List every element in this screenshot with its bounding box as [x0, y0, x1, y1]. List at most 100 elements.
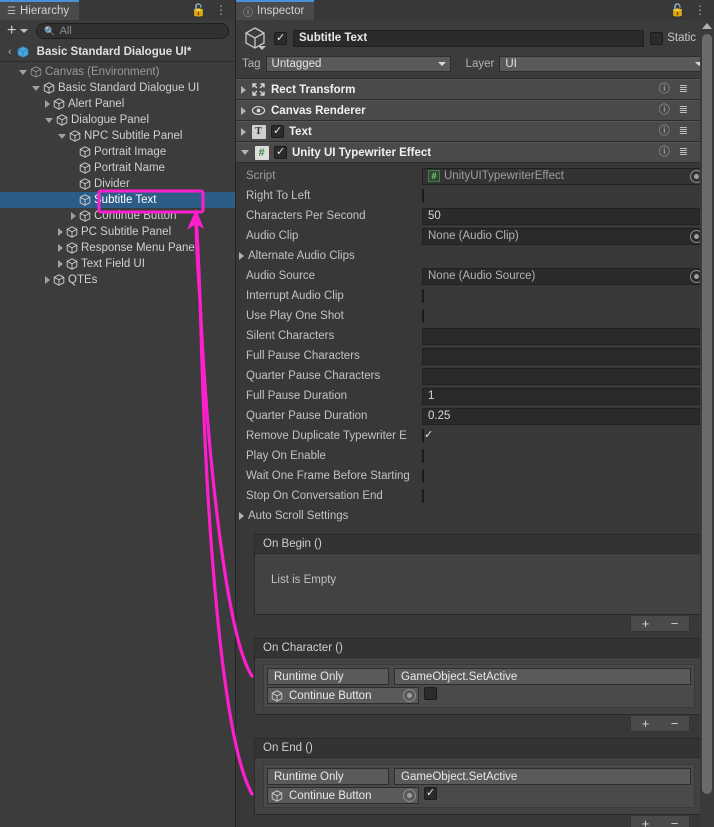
kebab-menu-icon[interactable]: ⋮ — [694, 4, 706, 16]
tag-dropdown[interactable]: Untagged — [265, 56, 451, 72]
search-input[interactable]: 🔍 All — [36, 23, 229, 39]
property-foldout-auto-scroll-settings[interactable]: Auto Scroll Settings — [236, 506, 714, 526]
hierarchy-item-dialogue-panel[interactable]: Dialogue Panel — [0, 112, 235, 128]
component-foldout-icon[interactable] — [241, 150, 249, 155]
foldout-triangle-icon[interactable] — [239, 252, 244, 260]
component-foldout-icon[interactable] — [241, 127, 246, 136]
property-object-field[interactable]: # UnityUITypewriterEffect — [422, 167, 706, 185]
static-checkbox[interactable] — [650, 31, 664, 45]
event-target-object-field[interactable]: Continue Button — [267, 687, 419, 704]
property-text-input[interactable] — [422, 347, 706, 365]
lock-icon[interactable]: 🔓 — [191, 4, 206, 16]
preset-icon[interactable]: ≣ — [679, 147, 688, 158]
hierarchy-tree[interactable]: Canvas (Environment) Basic Standard Dialo… — [0, 62, 235, 827]
hierarchy-item-alert-panel[interactable]: Alert Panel — [0, 96, 235, 112]
component-foldout-icon[interactable] — [241, 85, 246, 94]
event-add-button[interactable]: + — [642, 617, 650, 630]
foldout-triangle-icon[interactable] — [71, 212, 76, 220]
component-header-text[interactable]: TTextⓘ≣⋮ — [236, 121, 714, 142]
event-add-button[interactable]: + — [642, 817, 650, 827]
property-checkbox[interactable] — [422, 449, 424, 463]
lock-icon[interactable]: 🔓 — [670, 4, 685, 16]
event-mode-dropdown[interactable]: Runtime Only — [267, 668, 389, 685]
tab-hierarchy[interactable]: ☰ Hierarchy — [0, 0, 80, 20]
scroll-up-arrow-icon[interactable] — [700, 20, 714, 32]
property-text-input[interactable]: 50 — [422, 207, 706, 225]
hierarchy-item-basic-standard-dialogue-ui[interactable]: Basic Standard Dialogue UI — [0, 80, 235, 96]
layer-dropdown[interactable]: UI — [499, 56, 708, 72]
inspector-scrollbar[interactable] — [700, 20, 714, 827]
hierarchy-item-portrait-image[interactable]: Portrait Image — [0, 144, 235, 160]
preset-icon[interactable]: ≣ — [679, 105, 688, 116]
event-remove-button[interactable]: − — [671, 717, 679, 730]
breadcrumb-back-button[interactable]: ‹ — [8, 46, 12, 58]
foldout-triangle-icon[interactable] — [32, 85, 40, 91]
property-text-input[interactable] — [422, 367, 706, 385]
foldout-triangle-icon[interactable] — [19, 69, 27, 75]
object-picker-icon[interactable] — [403, 689, 416, 702]
property-checkbox[interactable] — [422, 489, 424, 503]
hierarchy-item-response-menu-panel[interactable]: Response Menu Panel — [0, 240, 235, 256]
hierarchy-item-divider[interactable]: Divider — [0, 176, 235, 192]
property-object-field[interactable]: None (Audio Source) — [422, 267, 706, 285]
help-icon[interactable]: ⓘ — [659, 126, 670, 137]
preset-icon[interactable]: ≣ — [679, 84, 688, 95]
event-remove-button[interactable]: − — [671, 817, 679, 827]
tab-inspector[interactable]: ⓘ Inspector — [236, 0, 315, 20]
foldout-triangle-icon[interactable] — [45, 100, 50, 108]
component-header-rect-transform[interactable]: Rect Transformⓘ≣⋮ — [236, 79, 714, 100]
property-checkbox[interactable] — [422, 429, 424, 443]
property-object-field[interactable]: None (Audio Clip) — [422, 227, 706, 245]
foldout-triangle-icon[interactable] — [58, 260, 63, 268]
property-foldout-alternate-audio-clips[interactable]: Alternate Audio Clips — [236, 246, 714, 266]
event-add-remove-buttons[interactable]: + − — [630, 615, 690, 632]
property-checkbox[interactable] — [422, 469, 424, 483]
component-header-canvas-renderer[interactable]: Canvas Rendererⓘ≣⋮ — [236, 100, 714, 121]
event-add-remove-buttons[interactable]: + − — [630, 815, 690, 827]
hierarchy-item-text-field-ui[interactable]: Text Field UI — [0, 256, 235, 272]
event-bool-argument-checkbox[interactable] — [424, 786, 437, 800]
foldout-triangle-icon[interactable] — [58, 244, 63, 252]
component-header-unity-ui-typewriter-effect[interactable]: #Unity UI Typewriter Effectⓘ≣⋮ — [236, 142, 714, 163]
event-function-dropdown[interactable]: GameObject.SetActive — [394, 668, 691, 685]
object-picker-icon[interactable] — [403, 789, 416, 802]
hierarchy-item-portrait-name[interactable]: Portrait Name — [0, 160, 235, 176]
event-add-button[interactable]: + — [642, 717, 650, 730]
chevron-down-icon[interactable] — [20, 29, 29, 33]
hierarchy-item-pc-subtitle-panel[interactable]: PC Subtitle Panel — [0, 224, 235, 240]
foldout-triangle-icon[interactable] — [58, 228, 63, 236]
property-text-input[interactable]: 1 — [422, 387, 706, 405]
hierarchy-item-canvas-environment[interactable]: Canvas (Environment) — [0, 64, 235, 80]
event-target-object-field[interactable]: Continue Button — [267, 787, 419, 804]
preset-icon[interactable]: ≣ — [679, 126, 688, 137]
component-enabled-checkbox[interactable] — [271, 124, 284, 138]
gameobject-name-field[interactable]: Subtitle Text — [293, 29, 645, 47]
property-checkbox[interactable] — [422, 289, 424, 303]
hierarchy-item-qtes[interactable]: QTEs — [0, 272, 235, 288]
event-bool-argument-checkbox[interactable] — [424, 687, 437, 700]
help-icon[interactable]: ⓘ — [659, 84, 670, 95]
event-remove-button[interactable]: − — [671, 617, 679, 630]
hierarchy-item-subtitle-text[interactable]: Subtitle Text — [0, 192, 235, 208]
add-gameobject-button[interactable]: + — [6, 23, 17, 39]
component-enabled-checkbox[interactable] — [274, 145, 287, 159]
gameobject-enabled-checkbox[interactable] — [274, 31, 287, 45]
event-mode-dropdown[interactable]: Runtime Only — [267, 768, 389, 785]
property-text-input[interactable]: 0.25 — [422, 407, 706, 425]
hierarchy-item-continue-button[interactable]: Continue Button — [0, 208, 235, 224]
foldout-triangle-icon[interactable] — [58, 133, 66, 139]
hierarchy-item-npc-subtitle-panel[interactable]: NPC Subtitle Panel — [0, 128, 235, 144]
foldout-triangle-icon[interactable] — [45, 276, 50, 284]
help-icon[interactable]: ⓘ — [659, 147, 670, 158]
property-checkbox[interactable] — [422, 189, 424, 203]
scrollbar-thumb[interactable] — [702, 34, 712, 794]
event-add-remove-buttons[interactable]: + − — [630, 715, 690, 732]
property-checkbox[interactable] — [422, 309, 424, 323]
kebab-menu-icon[interactable]: ⋮ — [215, 4, 227, 16]
foldout-triangle-icon[interactable] — [45, 117, 53, 123]
component-foldout-icon[interactable] — [241, 106, 246, 115]
property-text-input[interactable] — [422, 327, 706, 345]
help-icon[interactable]: ⓘ — [659, 105, 670, 116]
foldout-triangle-icon[interactable] — [239, 512, 244, 520]
event-function-dropdown[interactable]: GameObject.SetActive — [394, 768, 691, 785]
